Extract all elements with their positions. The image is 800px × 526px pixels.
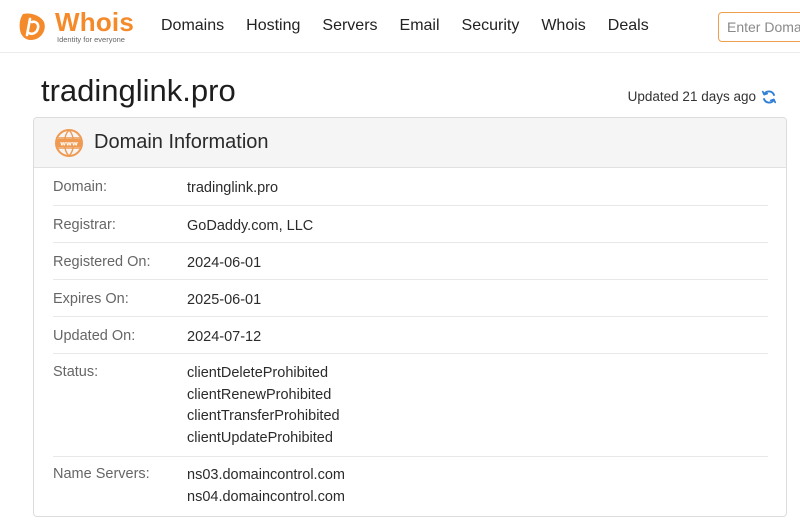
- nav-domains[interactable]: Domains: [161, 16, 224, 36]
- whois-logo-icon: [19, 13, 45, 41]
- row-value: clientDeleteProhibited clientRenewProhib…: [187, 354, 340, 456]
- name-server-value: ns04.domaincontrol.com: [187, 488, 345, 505]
- row-value: 2024-07-12: [187, 317, 261, 353]
- nav-deals[interactable]: Deals: [608, 16, 649, 36]
- status-value: clientTransferProhibited: [187, 408, 340, 424]
- registrar-value: GoDaddy.com, LLC: [187, 218, 314, 234]
- row-label: Expires On:: [53, 291, 129, 307]
- info-row-updated-on: Updated On: 2024-07-12: [53, 317, 768, 354]
- row-label: Registrar:: [53, 217, 116, 233]
- nav-email[interactable]: Email: [400, 16, 440, 36]
- updated-on-value: 2024-07-12: [187, 329, 262, 345]
- refresh-icon[interactable]: [761, 89, 777, 105]
- nav-servers[interactable]: Servers: [322, 16, 377, 36]
- domain-value: tradinglink.pro: [187, 180, 279, 196]
- nav-hosting[interactable]: Hosting: [246, 16, 300, 36]
- row-label: Name Servers:: [53, 466, 150, 482]
- main-nav: Domains Hosting Servers Email Security W…: [150, 16, 660, 36]
- row-label: Updated On:: [53, 328, 136, 344]
- svg-text:www: www: [60, 140, 78, 148]
- registered-on-value: 2024-06-01: [187, 255, 262, 271]
- domain-info-card: www Domain Information Domain: tradingli…: [33, 117, 787, 517]
- status-value: clientUpdateProhibited: [187, 429, 333, 446]
- row-label: Domain:: [53, 179, 107, 195]
- logo-tagline: Identity for everyone: [57, 35, 125, 44]
- page-title: tradinglink.pro: [41, 73, 236, 108]
- row-value: ns03.domaincontrol.com ns04.domaincontro…: [187, 457, 345, 516]
- nav-security[interactable]: Security: [462, 16, 520, 36]
- updated-text: Updated 21 days ago: [627, 89, 756, 104]
- card-title: Domain Information: [94, 131, 269, 153]
- nav-whois[interactable]: Whois: [541, 16, 585, 36]
- status-value: clientRenewProhibited: [187, 386, 332, 403]
- site-logo[interactable]: Whois Identity for everyone: [17, 7, 137, 45]
- row-value: tradinglink.pro: [187, 168, 278, 205]
- name-server-value: ns03.domaincontrol.com: [187, 467, 345, 483]
- updated-status: Updated 21 days ago: [628, 88, 777, 105]
- top-navbar: Whois Identity for everyone Domains Host…: [0, 0, 800, 53]
- info-row-status: Status: clientDeleteProhibited clientRen…: [53, 354, 768, 457]
- row-label: Registered On:: [53, 254, 151, 270]
- domain-info-table: Domain: tradinglink.pro Registrar: GoDad…: [53, 168, 768, 516]
- expires-on-value: 2025-06-01: [187, 292, 262, 308]
- card-header: www Domain Information: [34, 118, 786, 168]
- search-input[interactable]: [718, 12, 800, 42]
- info-row-registered-on: Registered On: 2024-06-01: [53, 243, 768, 280]
- row-label: Status:: [53, 364, 99, 380]
- info-row-domain: Domain: tradinglink.pro: [53, 168, 768, 206]
- row-value: GoDaddy.com, LLC: [187, 206, 313, 242]
- info-row-expires-on: Expires On: 2025-06-01: [53, 280, 768, 317]
- row-value: 2025-06-01: [187, 280, 261, 316]
- status-value: clientDeleteProhibited: [187, 365, 329, 381]
- logo-wordmark: Whois: [55, 7, 134, 37]
- info-row-registrar: Registrar: GoDaddy.com, LLC: [53, 206, 768, 243]
- www-globe-icon: www: [55, 129, 83, 157]
- row-value: 2024-06-01: [187, 243, 261, 279]
- info-row-name-servers: Name Servers: ns03.domaincontrol.com ns0…: [53, 457, 768, 516]
